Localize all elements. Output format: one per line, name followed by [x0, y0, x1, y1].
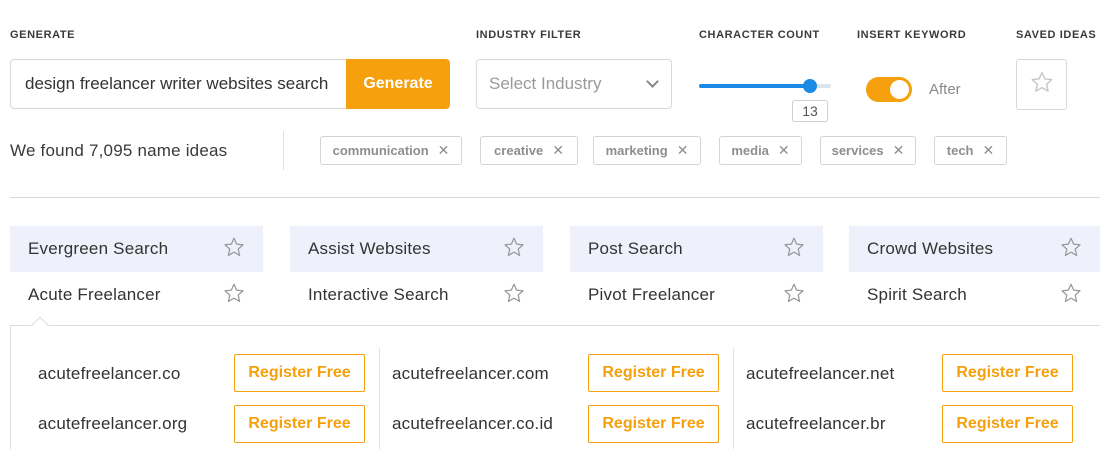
industry-select-placeholder: Select Industry — [489, 74, 602, 93]
filter-chip-media[interactable]: media ✕ — [719, 136, 802, 165]
name-suggestion[interactable]: Post Search — [570, 226, 823, 272]
character-count-slider[interactable]: 13 — [699, 79, 831, 122]
name-suggestion[interactable]: Crowd Websites — [849, 226, 1100, 272]
star-outline-icon[interactable] — [223, 236, 245, 263]
close-icon[interactable]: ✕ — [677, 142, 689, 159]
star-outline-icon[interactable] — [1060, 236, 1082, 263]
register-free-button[interactable]: Register Free — [588, 354, 719, 392]
domain-name: acutefreelancer.net — [746, 364, 895, 383]
insert-keyword-position-label: After — [929, 81, 961, 98]
chip-label: media — [731, 143, 769, 158]
star-outline-icon[interactable] — [1060, 282, 1082, 309]
star-outline-icon[interactable] — [783, 282, 805, 309]
filter-chip-creative[interactable]: creative ✕ — [480, 136, 578, 165]
name-suggestion-label: Pivot Freelancer — [588, 285, 715, 304]
register-free-button[interactable]: Register Free — [942, 354, 1073, 392]
character-count-header: CHARACTER COUNT — [699, 29, 820, 41]
chip-label: marketing — [605, 143, 668, 158]
insert-keyword-header: INSERT KEYWORD — [857, 29, 967, 41]
name-suggestion[interactable]: Pivot Freelancer — [570, 272, 823, 318]
filter-chip-tech[interactable]: tech ✕ — [934, 136, 1007, 165]
name-suggestion-label: Crowd Websites — [867, 239, 994, 258]
star-outline-icon[interactable] — [503, 282, 525, 309]
generate-button[interactable]: Generate — [346, 59, 450, 109]
domain-name: acutefreelancer.co.id — [392, 414, 554, 433]
close-icon[interactable]: ✕ — [983, 142, 995, 159]
divider — [283, 131, 284, 170]
register-free-button[interactable]: Register Free — [234, 354, 365, 392]
name-suggestion[interactable]: Spirit Search — [849, 272, 1100, 318]
chevron-down-icon — [646, 75, 659, 88]
generate-form: Generate — [10, 59, 450, 109]
close-icon[interactable]: ✕ — [778, 142, 790, 159]
name-suggestion-label: Interactive Search — [308, 285, 449, 304]
saved-ideas-header: SAVED IDEAS — [1016, 29, 1097, 41]
name-suggestion-label: Spirit Search — [867, 285, 967, 304]
domain-name: acutefreelancer.co — [38, 364, 181, 383]
chip-label: services — [831, 143, 884, 158]
name-suggestion[interactable]: Assist Websites — [290, 226, 543, 272]
chip-label: communication — [332, 143, 429, 158]
name-suggestion-selected[interactable]: Acute Freelancer — [10, 272, 263, 318]
name-suggestion[interactable]: Evergreen Search — [10, 226, 263, 272]
name-suggestion-label: Post Search — [588, 239, 683, 258]
star-outline-icon — [1030, 70, 1054, 99]
register-free-button[interactable]: Register Free — [234, 405, 365, 443]
results-count: We found 7,095 name ideas — [10, 141, 228, 160]
industry-filter-header: INDUSTRY FILTER — [476, 29, 582, 41]
close-icon[interactable]: ✕ — [438, 142, 450, 159]
slider-fill — [699, 84, 810, 88]
filter-chip-marketing[interactable]: marketing ✕ — [593, 136, 701, 165]
filter-chip-communication[interactable]: communication ✕ — [320, 136, 462, 165]
domain-name: acutefreelancer.br — [746, 414, 886, 433]
slider-thumb[interactable] — [803, 79, 817, 93]
character-count-value: 13 — [792, 100, 828, 122]
section-divider — [10, 197, 1100, 198]
domain-name: acutefreelancer.com — [392, 364, 549, 383]
close-icon[interactable]: ✕ — [552, 142, 564, 159]
generate-header: GENERATE — [10, 29, 76, 41]
saved-ideas-button[interactable] — [1016, 59, 1067, 110]
name-suggestion-label: Assist Websites — [308, 239, 431, 258]
close-icon[interactable]: ✕ — [893, 142, 905, 159]
column-divider — [733, 348, 734, 449]
domain-name: acutefreelancer.org — [38, 414, 188, 433]
star-outline-icon[interactable] — [783, 236, 805, 263]
toggle-knob — [890, 80, 909, 99]
name-suggestion-label: Evergreen Search — [28, 239, 169, 258]
star-outline-icon[interactable] — [503, 236, 525, 263]
register-free-button[interactable]: Register Free — [588, 405, 719, 443]
name-suggestion[interactable]: Interactive Search — [290, 272, 543, 318]
industry-select[interactable]: Select Industry — [476, 59, 672, 109]
keyword-search-input[interactable] — [10, 59, 346, 109]
name-suggestion-label: Acute Freelancer — [28, 285, 161, 304]
filter-chip-services[interactable]: services ✕ — [820, 136, 916, 165]
chip-label: creative — [494, 143, 544, 158]
column-divider — [379, 348, 380, 449]
register-free-button[interactable]: Register Free — [942, 405, 1073, 443]
star-outline-icon[interactable] — [223, 282, 245, 309]
chip-label: tech — [946, 143, 974, 158]
insert-keyword-toggle[interactable] — [866, 77, 912, 102]
